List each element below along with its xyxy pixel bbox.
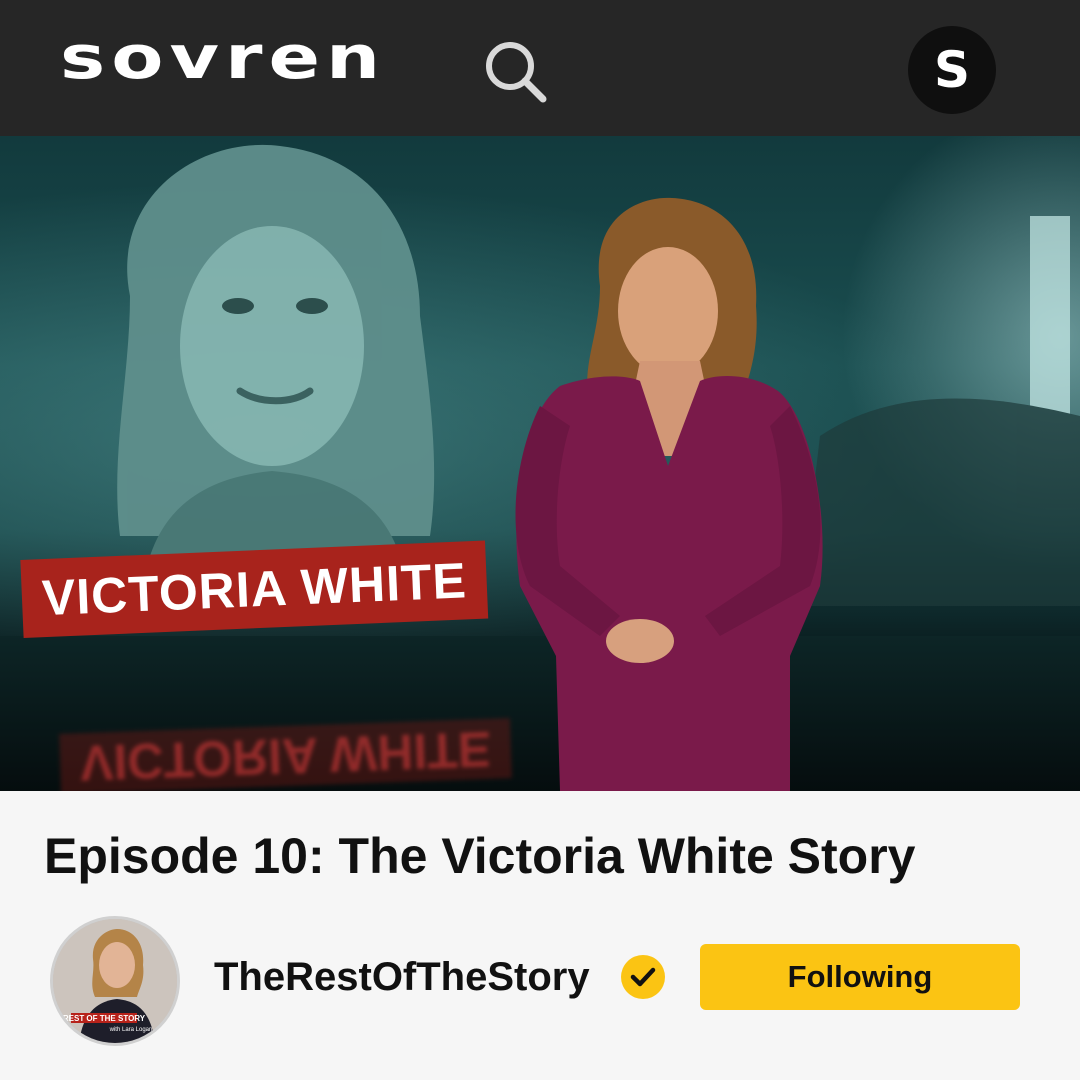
svg-text:REST OF THE STORY: REST OF THE STORY — [63, 1014, 146, 1023]
search-button[interactable] — [482, 38, 548, 104]
search-icon — [486, 42, 547, 103]
following-button[interactable]: Following — [700, 944, 1020, 1010]
top-navigation-bar: sovren S — [0, 0, 1080, 136]
svg-text:with Lara Logan: with Lara Logan — [109, 1027, 153, 1033]
video-player-thumbnail[interactable]: VICTORIA WHITE VICTORIA WHITE — [0, 136, 1080, 791]
presenter-figure — [515, 197, 823, 791]
sovren-logo[interactable]: sovren — [60, 28, 386, 87]
studio-scene-illustration — [117, 144, 1080, 791]
channel-name[interactable]: TheRestOfTheStory — [214, 952, 590, 1002]
screen-portrait-figure — [117, 144, 435, 556]
verified-check-icon — [621, 955, 665, 999]
channel-avatar-image: REST OF THE STORY with Lara Logan — [53, 919, 177, 1043]
channel-avatar[interactable]: REST OF THE STORY with Lara Logan — [50, 916, 180, 1046]
profile-avatar-button[interactable]: S — [908, 26, 996, 114]
episode-title: Episode 10: The Victoria White Story — [44, 828, 916, 884]
screen-right-scene — [800, 216, 1080, 606]
